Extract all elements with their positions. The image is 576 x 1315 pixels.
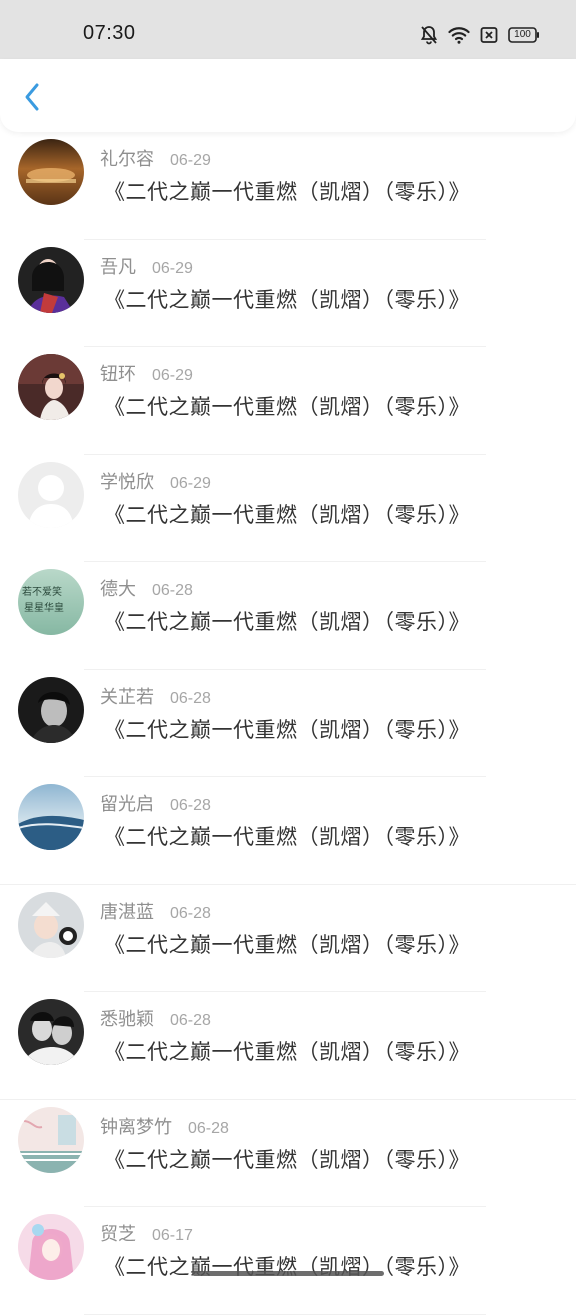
comment-item[interactable]: 若不爱笑星星华皇德大06-28《二代之巅一代重燃（凯熠）（零乐）》: [0, 562, 576, 670]
comment-text: 《二代之巅一代重燃（凯熠）（零乐）》: [104, 1036, 470, 1066]
comment-text: 《二代之巅一代重燃（凯熠）（零乐）》: [104, 1251, 470, 1281]
chevron-left-icon: [23, 82, 41, 112]
comment-meta: 留光启 06-28: [100, 790, 211, 816]
comment-date: 06-28: [188, 1120, 229, 1138]
comment-date: 06-28: [170, 905, 211, 923]
comment-meta: 吾凡 06-29: [100, 253, 193, 279]
comment-item[interactable]: 悉驰颖 06-28 《二代之巅一代重燃（凯熠）（零乐）》: [0, 992, 576, 1100]
comment-item[interactable]: 关芷若 06-28 《二代之巅一代重燃（凯熠）（零乐）》: [0, 670, 576, 778]
comment-item[interactable]: 礼尔容 06-29 《二代之巅一代重燃（凯熠）（零乐）》: [0, 132, 576, 240]
avatar[interactable]: [18, 677, 84, 743]
comment-date: 06-29: [152, 367, 193, 385]
avatar[interactable]: [18, 999, 84, 1065]
comment-date: 06-17: [152, 1227, 193, 1245]
comment-text: 《二代之巅一代重燃（凯熠）（零乐）》: [104, 499, 470, 529]
battery-icon: 100: [508, 27, 540, 43]
user-name[interactable]: 唐湛蓝: [100, 898, 154, 924]
wifi-icon: [448, 26, 470, 44]
user-name[interactable]: 钟离梦竹: [100, 1113, 172, 1139]
svg-text:若不爱笑: 若不爱笑: [22, 585, 62, 598]
comment-meta: 礼尔容 06-29: [100, 145, 211, 171]
comment-date: 06-29: [170, 152, 211, 170]
comment-meta: 钟离梦竹 06-28: [100, 1113, 229, 1139]
user-name[interactable]: 德大: [100, 575, 136, 601]
avatar[interactable]: [18, 1214, 84, 1280]
comment-text: 《二代之巅一代重燃（凯熠）（零乐）》: [104, 821, 470, 851]
comment-date: 06-28: [170, 690, 211, 708]
back-button[interactable]: [16, 79, 48, 115]
no-sim-icon: [480, 26, 498, 44]
comment-text: 《二代之巅一代重燃（凯熠）（零乐）》: [104, 929, 470, 959]
comment-meta: 德大 06-28: [100, 575, 193, 601]
comment-meta: 关芷若 06-28: [100, 683, 211, 709]
comment-text: 《二代之巅一代重燃（凯熠）（零乐）》: [104, 391, 470, 421]
comment-item[interactable]: 贸芝 06-17 《二代之巅一代重燃（凯熠）（零乐）》: [0, 1207, 576, 1315]
user-name[interactable]: 学悦欣: [100, 468, 154, 494]
avatar[interactable]: [18, 354, 84, 420]
comment-meta: 钮环 06-29: [100, 360, 193, 386]
comment-meta: 唐湛蓝 06-28: [100, 898, 211, 924]
comment-text: 《二代之巅一代重燃（凯熠）（零乐）》: [104, 284, 470, 314]
comment-date: 06-28: [152, 582, 193, 600]
svg-text:星星华皇: 星星华皇: [24, 601, 64, 614]
user-name[interactable]: 留光启: [100, 790, 154, 816]
avatar[interactable]: [18, 247, 84, 313]
avatar[interactable]: [18, 784, 84, 850]
status-time: 07:30: [83, 22, 136, 45]
avatar[interactable]: [18, 1107, 84, 1173]
avatar[interactable]: [18, 139, 84, 205]
avatar[interactable]: [18, 462, 84, 528]
user-name[interactable]: 贸芝: [100, 1220, 136, 1246]
comment-text: 《二代之巅一代重燃（凯熠）（零乐）》: [104, 714, 470, 744]
comment-date: 06-28: [170, 797, 211, 815]
comment-text: 《二代之巅一代重燃（凯熠）（零乐）》: [104, 606, 470, 636]
comment-item[interactable]: 钮环 06-29 《二代之巅一代重燃（凯熠）（零乐）》: [0, 347, 576, 455]
comment-text: 《二代之巅一代重燃（凯熠）（零乐）》: [104, 176, 470, 206]
comment-item[interactable]: 学悦欣 06-29 《二代之巅一代重燃（凯熠）（零乐）》: [0, 455, 576, 563]
bell-muted-icon: [420, 25, 438, 45]
comment-text: 《二代之巅一代重燃（凯熠）（零乐）》: [104, 1144, 470, 1174]
user-name[interactable]: 钮环: [100, 360, 136, 386]
comment-date: 06-29: [152, 260, 193, 278]
user-name[interactable]: 关芷若: [100, 683, 154, 709]
comment-item[interactable]: 唐湛蓝 06-28 《二代之巅一代重燃（凯熠）（零乐）》: [0, 885, 576, 993]
comment-item[interactable]: 留光启 06-28 《二代之巅一代重燃（凯熠）（零乐）》: [0, 777, 576, 885]
status-icons: 100: [420, 25, 540, 45]
top-nav-bar: [0, 59, 576, 132]
status-bar: 07:30 100: [0, 0, 576, 59]
home-indicator[interactable]: [192, 1271, 384, 1276]
comment-date: 06-29: [170, 475, 211, 493]
avatar[interactable]: [18, 892, 84, 958]
comment-item[interactable]: 吾凡 06-29 《二代之巅一代重燃（凯熠）（零乐）》: [0, 240, 576, 348]
user-name[interactable]: 吾凡: [100, 253, 136, 279]
battery-level: 100: [509, 28, 536, 42]
comment-meta: 学悦欣 06-29: [100, 468, 211, 494]
comment-list: 礼尔容06-29《二代之巅一代重燃（凯熠）（零乐）》吾凡06-29《二代之巅一代…: [0, 132, 576, 1315]
avatar[interactable]: 若不爱笑星星华皇: [18, 569, 84, 635]
user-name[interactable]: 礼尔容: [100, 145, 154, 171]
comment-date: 06-28: [170, 1012, 211, 1030]
user-name[interactable]: 悉驰颖: [100, 1005, 154, 1031]
comment-meta: 贸芝 06-17: [100, 1220, 193, 1246]
comment-meta: 悉驰颖 06-28: [100, 1005, 211, 1031]
divider: [84, 1314, 486, 1315]
comment-item[interactable]: 钟离梦竹 06-28 《二代之巅一代重燃（凯熠）（零乐）》: [0, 1100, 576, 1208]
